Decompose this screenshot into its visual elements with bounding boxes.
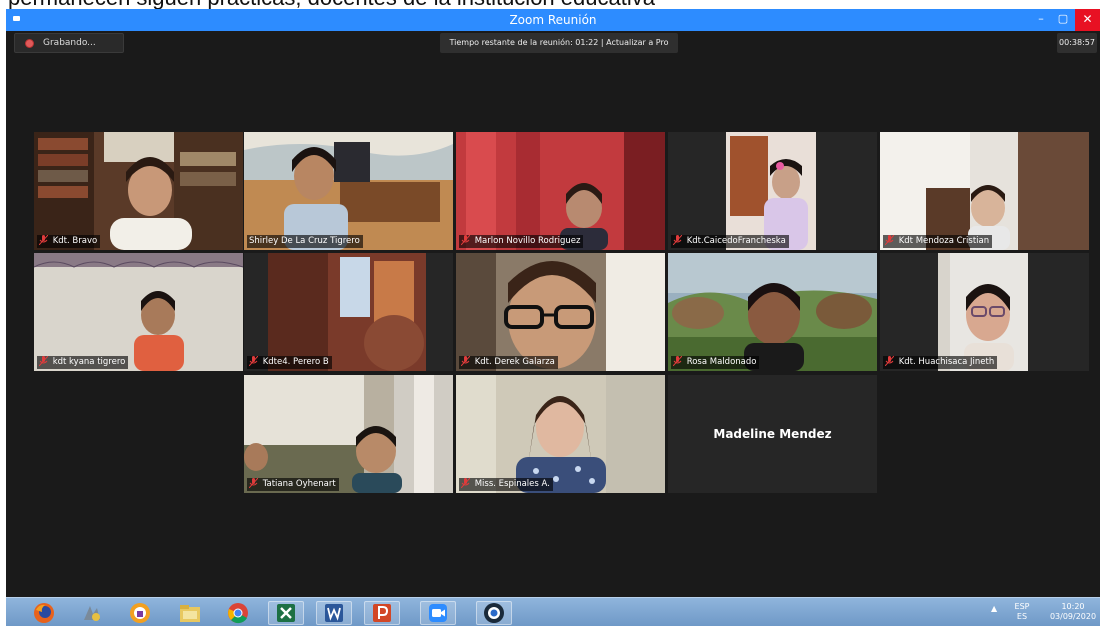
participant-video	[456, 375, 665, 493]
mic-muted-icon	[39, 234, 48, 245]
video-tile-active-speaker[interactable]: Shirley De La Cruz Tigrero	[244, 132, 453, 250]
video-tile[interactable]: Kdt. Huachisaca Jineth	[880, 253, 1089, 371]
mic-muted-icon	[461, 477, 470, 488]
mic-muted-icon	[673, 234, 682, 245]
participant-name-label: Shirley De La Cruz Tigrero	[247, 235, 363, 248]
clock-time: 10:20	[1061, 602, 1085, 611]
language-code: ESP	[1014, 602, 1030, 611]
participant-name: Kdt. Bravo	[52, 236, 98, 246]
mic-muted-icon	[461, 355, 470, 366]
webcam-icon	[484, 603, 504, 623]
participant-video	[244, 253, 453, 371]
taskbar-app-powerpoint[interactable]	[364, 601, 400, 625]
system-clock[interactable]: 10:20 03/09/2020	[1046, 602, 1100, 622]
taskbar-app-excel[interactable]	[268, 601, 304, 625]
participant-video	[456, 132, 665, 250]
participant-name: Kdt Mendoza Cristian	[898, 236, 990, 246]
participant-name: Kdt.CaicedoFrancheska	[686, 236, 786, 246]
powerpoint-icon	[373, 604, 391, 622]
taskbar-app-chrome[interactable]	[220, 601, 256, 625]
participant-video	[880, 253, 1089, 371]
video-tile-camera-off[interactable]: Madeline Mendez	[668, 375, 877, 493]
video-tile[interactable]: Kdt Mendoza Cristian	[880, 132, 1089, 250]
video-tile[interactable]: Tatiana Oyhenart	[244, 375, 453, 493]
participant-name-label: Kdt Mendoza Cristian	[883, 234, 993, 248]
taskbar-app-explorer[interactable]	[172, 601, 208, 625]
participant-name: Rosa Maldonado	[686, 357, 757, 367]
participant-video	[456, 253, 665, 371]
video-tile[interactable]: Rosa Maldonado	[668, 253, 877, 371]
mic-muted-icon	[461, 234, 470, 245]
taskbar-app-firefox[interactable]	[26, 601, 62, 625]
participant-video	[668, 132, 877, 250]
participant-name: Shirley De La Cruz Tigrero	[249, 236, 360, 246]
video-tile[interactable]: Kdt.CaicedoFrancheska	[668, 132, 877, 250]
video-tile[interactable]: kdt kyana tigrero	[34, 253, 243, 371]
file-explorer-icon	[180, 605, 200, 622]
participant-name-label: Marlon Novillo Rodriguez	[459, 234, 584, 248]
participant-name: Miss. Espinales A.	[474, 479, 550, 489]
participant-name: Kdte4. Perero B	[262, 357, 329, 367]
taskbar-app-word[interactable]	[316, 601, 352, 625]
video-tile[interactable]: Kdt. Bravo	[34, 132, 243, 250]
mic-muted-icon	[885, 234, 894, 245]
zoom-icon	[429, 604, 447, 622]
participant-name-label: kdt kyana tigrero	[37, 355, 129, 369]
firefox-icon	[34, 603, 54, 623]
gallery-view: Kdt. Bravo Shirley De La Cruz Tigrero Ma…	[6, 9, 1100, 597]
taskbar-app-vpn[interactable]	[122, 601, 158, 625]
participant-name: Kdt. Huachisaca Jineth	[898, 357, 995, 367]
video-tile[interactable]: Marlon Novillo Rodriguez	[456, 132, 665, 250]
document-caption-text: permanecen siguen prácticas, docentes de…	[0, 0, 1106, 9]
mic-muted-icon	[249, 355, 258, 366]
participant-name-display: Madeline Mendez	[713, 427, 832, 441]
participant-name-label: Tatiana Oyhenart	[247, 477, 339, 491]
participant-name-label: Kdt. Bravo	[37, 234, 101, 248]
participant-video	[244, 132, 453, 250]
participant-name-label: Miss. Espinales A.	[459, 477, 553, 491]
participant-name: Tatiana Oyhenart	[262, 479, 336, 489]
participant-video	[244, 375, 453, 493]
mic-muted-icon	[885, 355, 894, 366]
language-indicator[interactable]: ESP ES	[1009, 602, 1035, 622]
participant-name-label: Kdt.CaicedoFrancheska	[671, 234, 789, 248]
participant-name: Kdt. Derek Galarza	[474, 357, 555, 367]
tray-overflow-icon[interactable]: ▲	[991, 604, 997, 613]
media-icon	[84, 606, 100, 621]
clock-date: 03/09/2020	[1049, 612, 1097, 621]
video-tile[interactable]: Kdte4. Perero B	[244, 253, 453, 371]
video-tile[interactable]: Miss. Espinales A.	[456, 375, 665, 493]
taskbar-app-zoom[interactable]	[420, 601, 456, 625]
chrome-icon	[228, 603, 248, 624]
taskbar-app-webcam[interactable]	[476, 601, 512, 625]
vpn-icon	[130, 603, 150, 623]
participant-name-label: Rosa Maldonado	[671, 355, 760, 369]
windows-taskbar: ▲ ESP ES 10:20 03/09/2020	[6, 597, 1100, 626]
taskbar-app-media[interactable]	[74, 601, 110, 625]
participant-video	[668, 253, 877, 371]
mic-muted-icon	[673, 355, 682, 366]
participant-video	[34, 253, 243, 371]
word-icon	[325, 604, 343, 622]
keyboard-layout: ES	[1016, 612, 1028, 621]
zoom-meeting-window: Zoom Reunión – ▢ ✕ Grabando... Tiempo re…	[6, 9, 1100, 597]
participant-name: kdt kyana tigrero	[52, 357, 126, 367]
participant-video	[34, 132, 243, 250]
participant-name-label: Kdte4. Perero B	[247, 355, 332, 369]
participant-name-label: Kdt. Huachisaca Jineth	[883, 355, 998, 369]
video-tile[interactable]: Kdt. Derek Galarza	[456, 253, 665, 371]
mic-muted-icon	[249, 477, 258, 488]
excel-icon	[277, 604, 295, 622]
participant-name: Marlon Novillo Rodriguez	[474, 236, 581, 246]
participant-name-label: Kdt. Derek Galarza	[459, 355, 558, 369]
participant-video	[880, 132, 1089, 250]
mic-muted-icon	[39, 355, 48, 366]
